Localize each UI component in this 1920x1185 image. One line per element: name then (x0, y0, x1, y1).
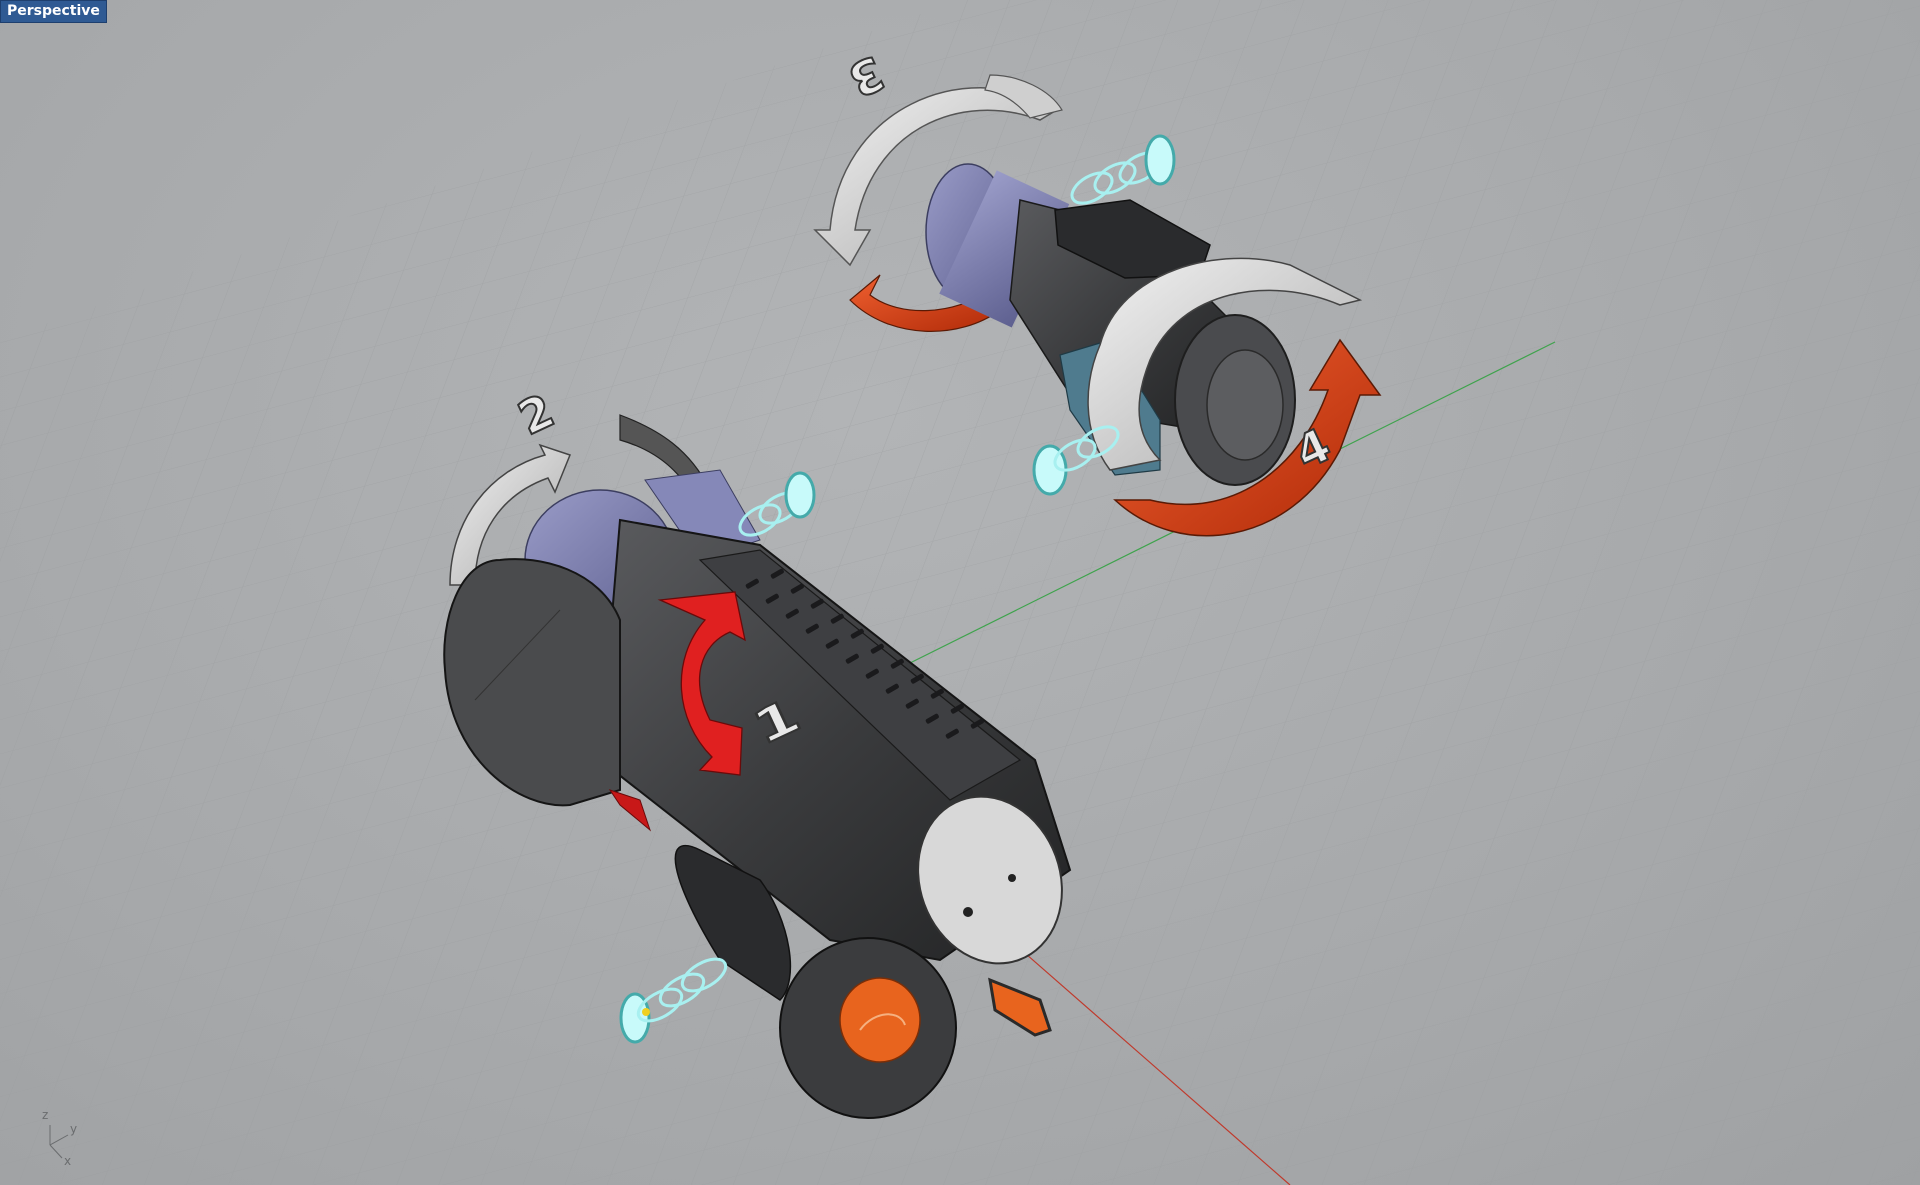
3d-scene[interactable]: 3 4 2 1 (0, 0, 1920, 1185)
viewport-label[interactable]: Perspective (0, 0, 107, 23)
axis-label-y: y (70, 1122, 78, 1136)
viewport-perspective[interactable]: 3 4 2 1 Perspective z y x (0, 0, 1920, 1185)
axis-label-z: z (42, 1108, 49, 1122)
axis-label-x: x (64, 1154, 72, 1168)
